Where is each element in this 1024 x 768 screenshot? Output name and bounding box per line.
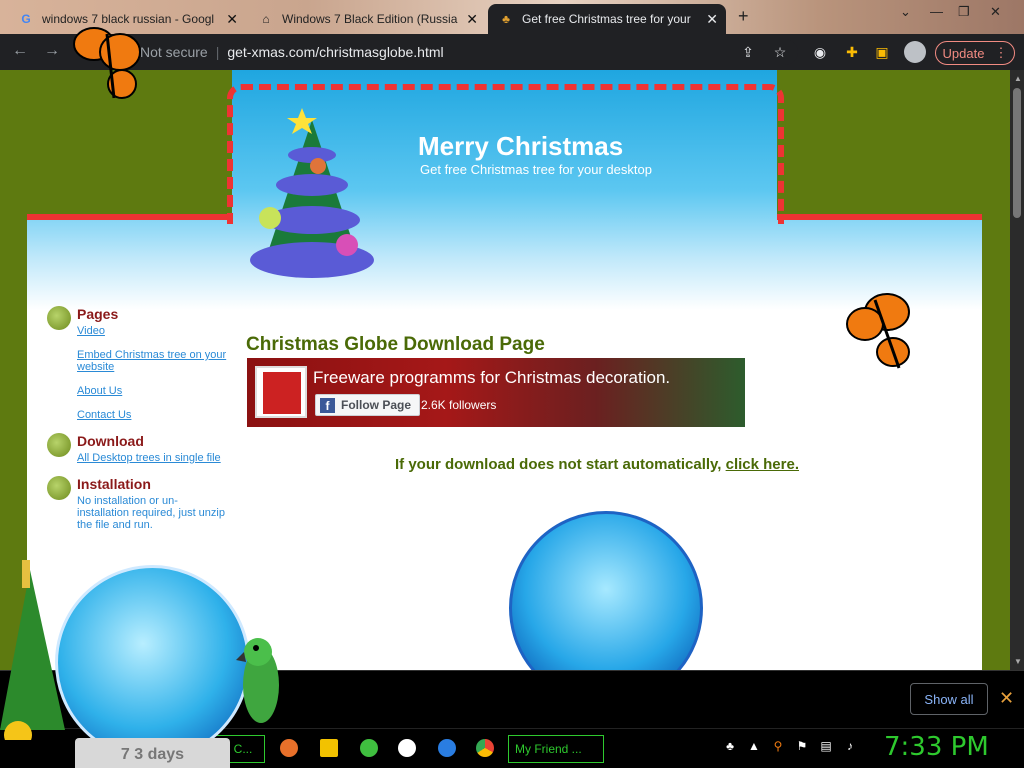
- app-icon[interactable]: [360, 739, 378, 757]
- tray-search-icon[interactable]: ⚲: [770, 739, 786, 755]
- forward-icon[interactable]: →: [44, 42, 60, 60]
- extensions-puzzle-icon[interactable]: ✚: [842, 42, 862, 62]
- menu-dots-icon: ⋮: [994, 45, 1008, 60]
- page-title: Christmas Globe Download Page: [246, 334, 545, 355]
- museum-icon: ⌂: [262, 12, 270, 26]
- tray-flag-icon[interactable]: ⚑: [794, 739, 810, 755]
- taskbar-item-label: My Friend ...: [515, 742, 582, 756]
- tray-tree-icon[interactable]: ♣: [722, 739, 738, 755]
- extension-flag-icon[interactable]: ◉: [810, 42, 830, 62]
- close-tab-icon[interactable]: ✕: [226, 11, 238, 28]
- update-label: Update: [942, 45, 985, 61]
- edge-icon[interactable]: [438, 739, 456, 757]
- countdown-base: 7 3 days: [75, 738, 230, 768]
- security-indicator[interactable]: Not secure: [140, 44, 208, 60]
- scroll-down-icon[interactable]: ▼: [1014, 657, 1022, 666]
- facebook-page-widget[interactable]: Freeware programms for Christmas decorat…: [247, 358, 745, 427]
- follow-page-button[interactable]: f Follow Page: [315, 394, 421, 416]
- browser-toolbar: ← → ↻ Not secure | get-xmas.com/christma…: [0, 34, 1024, 70]
- site-title: Merry Christmas: [418, 131, 624, 161]
- followers-count: 2.6K followers: [421, 398, 497, 412]
- header-right-stripe: [777, 70, 982, 220]
- tray-network-icon[interactable]: ▤: [818, 739, 834, 755]
- tab-search-icon[interactable]: ⌄: [900, 4, 911, 20]
- click-here-link[interactable]: click here.: [726, 456, 799, 473]
- tab-title: Windows 7 Black Edition (Russia: [282, 12, 458, 26]
- restore-icon[interactable]: ❐: [958, 4, 970, 20]
- sidebar-link-about[interactable]: About Us: [77, 385, 227, 397]
- sidebar-link-all-trees[interactable]: All Desktop trees in single file: [77, 452, 227, 464]
- tab-title: Get free Christmas tree for your: [522, 12, 691, 26]
- site-subtitle: Get free Christmas tree for your desktop: [420, 162, 652, 177]
- share-icon[interactable]: ⇪: [738, 42, 758, 62]
- close-download-bar-icon[interactable]: ✕: [999, 688, 1014, 709]
- google-icon: G: [21, 12, 31, 26]
- profile-avatar[interactable]: [904, 41, 926, 63]
- download-message: If your download does not start automati…: [395, 456, 799, 473]
- ornament-icon: [47, 433, 71, 457]
- follow-label: Follow Page: [341, 398, 412, 412]
- sidebar-heading: Pages: [77, 306, 119, 322]
- parrot-gadget[interactable]: [236, 630, 286, 730]
- tab-windows7-black[interactable]: ⌂ Windows 7 Black Edition (Russia ✕: [248, 4, 486, 34]
- update-button[interactable]: Update ⋮: [935, 41, 1015, 65]
- download-text: If your download does not start automati…: [395, 456, 722, 473]
- tab-christmas-tree[interactable]: ♣ Get free Christmas tree for your ✕: [488, 4, 726, 34]
- scrollbar-thumb[interactable]: [1013, 88, 1021, 218]
- side-panel-icon[interactable]: ▣: [872, 42, 892, 62]
- yandex-icon[interactable]: [398, 739, 416, 757]
- christmas-tree-logo: [250, 108, 374, 278]
- facebook-page-thumbnail[interactable]: [255, 366, 307, 418]
- facebook-page-name[interactable]: Freeware programms for Christmas decorat…: [313, 368, 670, 388]
- tray-volume-icon[interactable]: ♪: [842, 739, 858, 755]
- sidebar: Pages Video Embed Christmas tree on your…: [47, 302, 227, 537]
- taskbar-item-my-friend[interactable]: My Friend ...: [508, 735, 604, 763]
- christmas-tree-icon: ♣: [502, 12, 510, 26]
- sidebar-link-embed[interactable]: Embed Christmas tree on your website: [77, 349, 227, 373]
- christmas-globe-image: [509, 511, 703, 670]
- bookmark-star-icon[interactable]: ☆: [770, 42, 790, 62]
- firefox-icon[interactable]: [280, 739, 298, 757]
- page-scrollbar[interactable]: ▲ ▼: [1010, 70, 1024, 670]
- close-tab-icon[interactable]: ✕: [706, 11, 718, 28]
- address-separator: |: [215, 44, 220, 60]
- tray-chart-icon[interactable]: ▲: [746, 739, 762, 755]
- back-icon[interactable]: ←: [12, 42, 28, 60]
- sidebar-link-video[interactable]: Video: [77, 325, 227, 337]
- file-explorer-icon[interactable]: [320, 739, 338, 757]
- sidebar-heading: Installation: [77, 476, 151, 492]
- url-text[interactable]: get-xmas.com/christmasglobe.html: [227, 44, 443, 60]
- scroll-up-icon[interactable]: ▲: [1014, 74, 1022, 83]
- desktop-snow-globe[interactable]: [55, 565, 250, 760]
- new-tab-button[interactable]: +: [738, 6, 749, 27]
- tab-strip: G windows 7 black russian - Googl ✕ ⌂ Wi…: [0, 0, 1024, 34]
- sidebar-link-contact[interactable]: Contact Us: [77, 409, 227, 421]
- chrome-icon[interactable]: [476, 739, 494, 757]
- sidebar-section-installation: Installation No installation or un-insta…: [47, 476, 227, 531]
- close-window-icon[interactable]: ✕: [990, 4, 1001, 20]
- address-bar[interactable]: Not secure | get-xmas.com/christmasglobe…: [108, 39, 798, 65]
- sidebar-section-pages: Pages Video Embed Christmas tree on your…: [47, 306, 227, 421]
- ornament-icon: [47, 306, 71, 330]
- butterfly-icon: [846, 293, 910, 369]
- minimize-icon[interactable]: —: [930, 4, 943, 19]
- tree-thumbnail-image: [263, 372, 301, 414]
- ornament-icon: [47, 476, 71, 500]
- facebook-icon: f: [320, 397, 335, 413]
- installation-text: No installation or un-installation requi…: [77, 495, 225, 531]
- sidebar-section-download: Download All Desktop trees in single fil…: [47, 433, 227, 464]
- show-all-button[interactable]: Show all: [910, 683, 988, 715]
- sidebar-heading: Download: [77, 433, 144, 449]
- butterfly-icon: [73, 27, 141, 99]
- close-tab-icon[interactable]: ✕: [466, 11, 478, 28]
- taskbar-clock[interactable]: 7:33 PM: [884, 732, 989, 762]
